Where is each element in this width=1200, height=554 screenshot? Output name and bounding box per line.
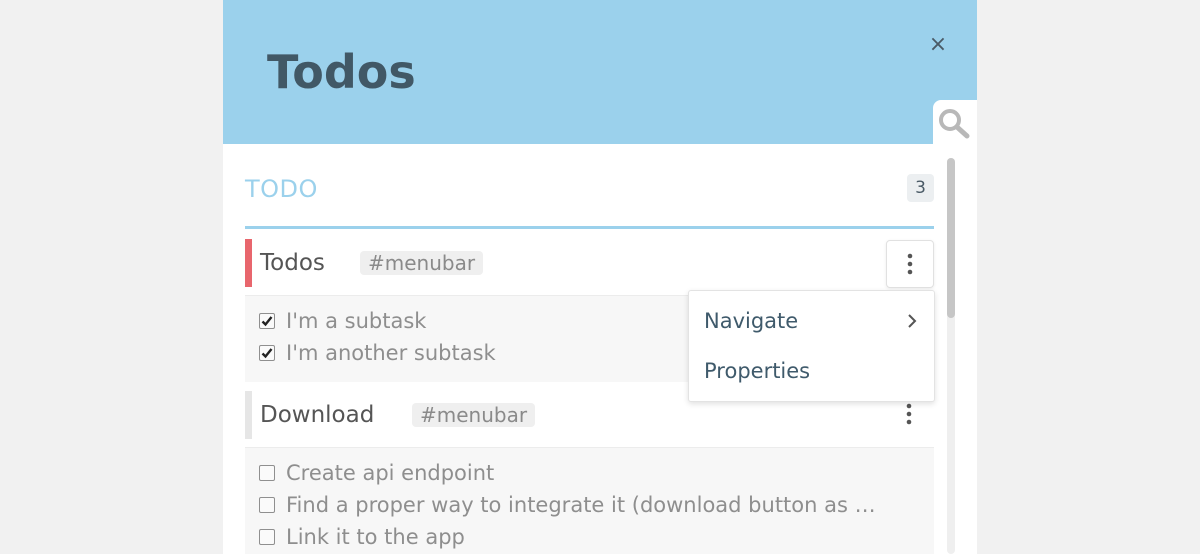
search-icon [939, 109, 970, 139]
checkbox-unchecked[interactable] [259, 529, 275, 545]
section-title: TODO [245, 175, 318, 203]
subtask-label: Create api endpoint [286, 461, 495, 485]
menu-item-navigate[interactable]: Navigate [689, 297, 934, 345]
kebab-menu-icon [907, 253, 913, 275]
task-tag[interactable]: #menubar [360, 251, 484, 275]
subtask-label: Link it to the app [286, 525, 465, 549]
task-menu-button[interactable] [886, 240, 934, 288]
task-item[interactable]: Todos #menubar [245, 239, 934, 288]
kebab-menu-icon [906, 403, 912, 425]
subtask-label: I'm another subtask [286, 341, 496, 365]
subtask-label: Find a proper way to integrate it (downl… [286, 493, 876, 517]
menu-item-properties[interactable]: Properties [689, 347, 934, 395]
subtask-list: Create api endpoint Find a proper way to… [245, 447, 934, 554]
priority-indicator [245, 239, 252, 287]
task-name: Download [260, 402, 375, 428]
menu-item-label: Navigate [704, 309, 799, 333]
task-name: Todos [260, 250, 325, 276]
scrollbar-thumb[interactable] [947, 158, 955, 318]
section-divider [245, 226, 934, 229]
checkbox-unchecked[interactable] [259, 465, 275, 481]
checkmark-icon [261, 348, 273, 359]
chevron-right-icon [908, 314, 917, 328]
checkbox-checked[interactable] [259, 345, 275, 361]
close-icon[interactable]: × [923, 30, 953, 60]
header: Todos × [223, 0, 977, 144]
priority-indicator [245, 391, 252, 439]
todo-panel: Todos × TODO 3 Todos #menubar I'm a subt… [223, 0, 977, 554]
checkbox-checked[interactable] [259, 313, 275, 329]
search-button[interactable] [933, 100, 977, 144]
checkbox-unchecked[interactable] [259, 497, 275, 513]
scrollbar[interactable] [947, 158, 955, 554]
task-context-menu: Navigate Properties [688, 290, 935, 402]
task-tag[interactable]: #menubar [412, 403, 536, 427]
checkmark-icon [261, 316, 273, 327]
subtask-label: I'm a subtask [286, 309, 427, 333]
page-title: Todos [267, 45, 416, 99]
menu-item-label: Properties [704, 359, 811, 383]
count-badge: 3 [907, 174, 934, 202]
